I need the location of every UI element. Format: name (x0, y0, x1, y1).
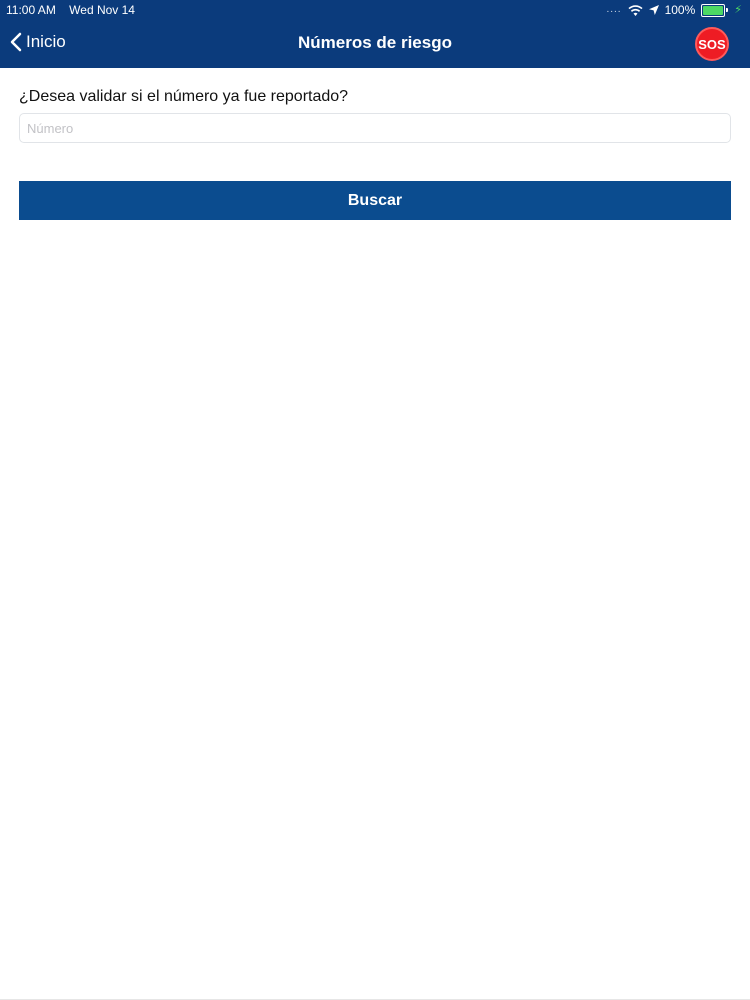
page-title: Números de riesgo (298, 33, 452, 52)
status-bar: 11:00 AM Wed Nov 14 .... 100% ⚡ (0, 0, 750, 20)
sos-label: SOS (698, 36, 726, 52)
status-date: Wed Nov 14 (69, 3, 135, 17)
status-left: 11:00 AM Wed Nov 14 (6, 0, 145, 20)
battery-percent: 100% (664, 3, 696, 17)
search-button[interactable]: Buscar (19, 181, 731, 220)
number-input[interactable] (19, 113, 731, 143)
location-arrow-icon (648, 5, 659, 15)
question-label: ¿Desea validar si el número ya fue repor… (19, 88, 349, 105)
signal-dots: .... (606, 4, 622, 15)
battery-fill (703, 5, 724, 15)
charging-icon: ⚡ (734, 4, 742, 16)
app-screen: 11:00 AM Wed Nov 14 .... 100% ⚡ Inicio N… (0, 0, 750, 1000)
sos-button[interactable]: SOS (695, 27, 729, 61)
header: 11:00 AM Wed Nov 14 .... 100% ⚡ Inicio N… (0, 0, 750, 68)
status-time: 11:00 AM (6, 3, 56, 17)
battery-cap (726, 8, 729, 12)
nav-bar: Inicio Números de riesgo SOS (0, 20, 750, 68)
battery-icon (701, 3, 729, 17)
battery-body (701, 3, 726, 17)
wifi-icon (628, 4, 643, 16)
status-right: .... 100% ⚡ (606, 0, 742, 20)
